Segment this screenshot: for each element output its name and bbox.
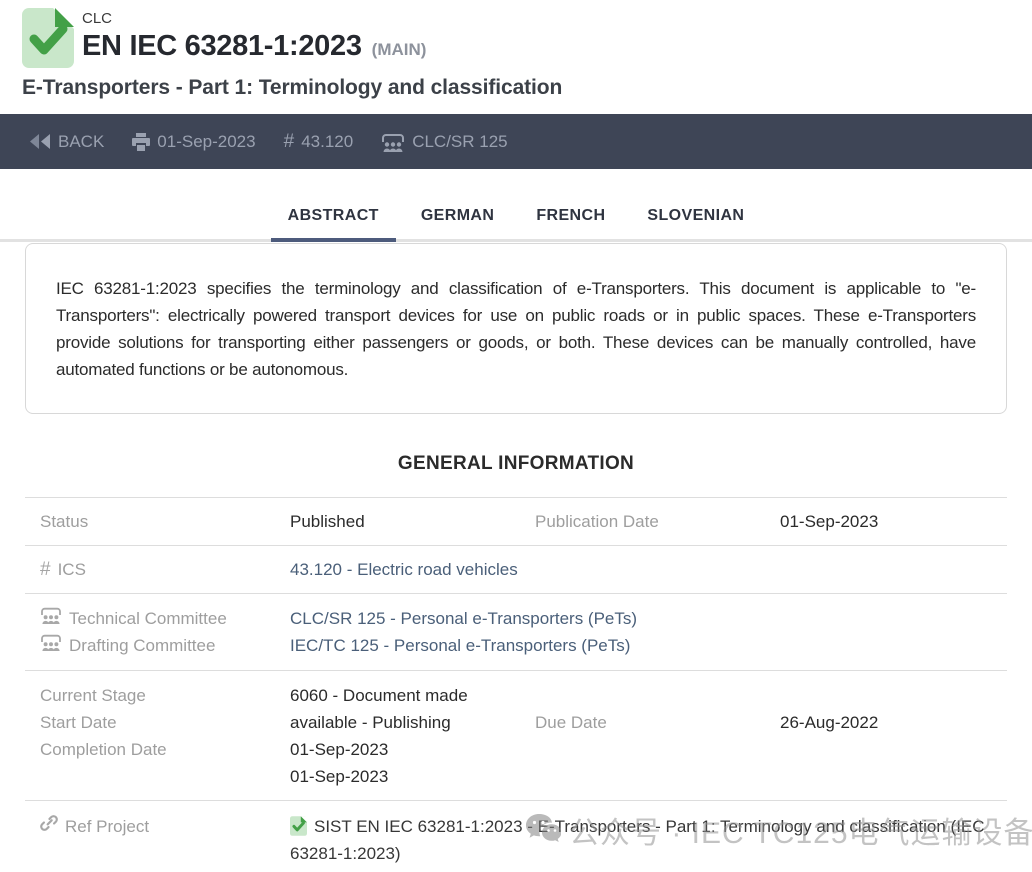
document-check-icon [22, 8, 74, 68]
hash-icon: # [284, 131, 295, 153]
rewind-icon [30, 134, 51, 149]
document-check-icon [290, 816, 307, 836]
publication-date-value: 01-Sep-2023 [780, 508, 1007, 535]
general-information-heading: GENERAL INFORMATION [0, 453, 1032, 475]
title-suffix: (MAIN) [372, 40, 427, 60]
due-date-value: 26-Aug-2022 [780, 682, 1007, 736]
hash-icon: # [40, 556, 51, 583]
table-row-ics: # ICS 43.120 - Electric road vehicles [25, 545, 1007, 593]
ics-item[interactable]: # 43.120 [284, 131, 354, 153]
link-icon [40, 813, 58, 840]
page-subtitle: E-Transporters - Part 1: Terminology and… [22, 76, 1010, 100]
header: CLC EN IEC 63281-1:2023 (MAIN) E-Transpo… [0, 0, 1032, 100]
ics-code: 43.120 [301, 132, 353, 152]
due-date-label: Due Date [535, 682, 780, 736]
org-label: CLC [82, 10, 426, 28]
table-row-status: Status Published Publication Date 01-Sep… [25, 497, 1007, 545]
ref-project-text: SIST EN IEC 63281-1:2023 - E-Transporter… [290, 817, 985, 863]
committee-icon [40, 632, 62, 659]
publication-date: 01-Sep-2023 [157, 132, 255, 152]
back-label: BACK [58, 132, 104, 152]
tab-german[interactable]: GERMAN [404, 193, 512, 239]
printer-icon [132, 133, 150, 151]
table-row-committees: Technical Committee Drafting Committee [25, 593, 1007, 670]
tab-french[interactable]: FRENCH [519, 193, 622, 239]
publication-date-item[interactable]: 01-Sep-2023 [132, 132, 255, 152]
current-stage-label: Current Stage [40, 682, 290, 709]
committee-icon [381, 132, 405, 152]
committee-item[interactable]: CLC/SR 125 [381, 132, 507, 152]
completion-date-label: Completion Date [40, 736, 290, 763]
abstract-card: IEC 63281-1:2023 specifies the terminolo… [25, 243, 1007, 414]
publication-date-label: Publication Date [535, 508, 780, 535]
table-row-stage: Current Stage Start Date Completion Date… [25, 670, 1007, 800]
toolbar: BACK 01-Sep-2023 # 43.120 [0, 114, 1032, 169]
general-information-table: Status Published Publication Date 01-Sep… [25, 497, 1007, 872]
table-row-ref-project: Ref Project SIST EN IEC 63281-1:2023 - E… [25, 800, 1007, 872]
technical-committee-value-link[interactable]: CLC/SR 125 - Personal e-Transporters (Pe… [290, 605, 1007, 632]
start-date-label: Start Date [40, 709, 290, 736]
current-stage-value: 6060 - Document made available - Publish… [290, 682, 535, 736]
ref-project-label: Ref Project [65, 813, 149, 840]
status-value: Published [290, 508, 535, 535]
abstract-text: IEC 63281-1:2023 specifies the terminolo… [56, 275, 976, 383]
back-button[interactable]: BACK [30, 132, 104, 152]
ics-value-link[interactable]: 43.120 - Electric road vehicles [290, 556, 1007, 583]
start-date-value: 01-Sep-2023 [290, 736, 535, 763]
ics-label: ICS [58, 556, 86, 583]
committee-icon [40, 605, 62, 632]
tab-abstract[interactable]: ABSTRACT [271, 193, 396, 242]
committee-code: CLC/SR 125 [412, 132, 507, 152]
language-tabs: ABSTRACT GERMAN FRENCH SLOVENIAN [0, 193, 1032, 242]
ref-project-value-link[interactable]: SIST EN IEC 63281-1:2023 - E-Transporter… [290, 813, 1007, 867]
drafting-committee-value-link[interactable]: IEC/TC 125 - Personal e-Transporters (Pe… [290, 632, 1007, 659]
completion-date-value: 01-Sep-2023 [290, 763, 535, 790]
drafting-committee-label: Drafting Committee [69, 632, 215, 659]
technical-committee-label: Technical Committee [69, 605, 227, 632]
status-label: Status [40, 508, 290, 535]
page-title: EN IEC 63281-1:2023 [82, 28, 362, 64]
tab-slovenian[interactable]: SLOVENIAN [630, 193, 761, 239]
standard-detail-page: CLC EN IEC 63281-1:2023 (MAIN) E-Transpo… [0, 0, 1032, 872]
